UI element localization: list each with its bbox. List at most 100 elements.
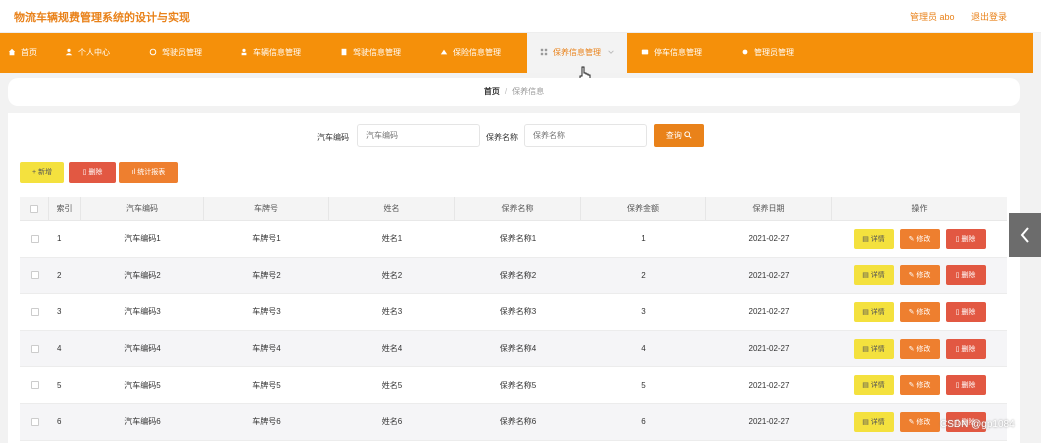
detail-label: 详情 <box>870 308 885 316</box>
cell-maint-name: 保养名称2 <box>499 270 537 280</box>
row-checkbox[interactable] <box>30 234 39 243</box>
cell-name: 姓名5 <box>381 380 403 390</box>
select-all-cell <box>20 197 49 220</box>
nav-item-parking[interactable]: 停车信息管理 <box>641 33 702 73</box>
row-select-cell <box>20 294 49 330</box>
nav-item-driving[interactable]: 驾驶信息管理 <box>340 33 401 73</box>
header-index: 索引 <box>49 197 81 220</box>
nav-item-maintenance[interactable]: 保养信息管理 <box>527 33 627 73</box>
header-name: 姓名 <box>329 197 455 220</box>
batch-delete-button[interactable]: ▯ 删除 <box>69 162 116 183</box>
row-checkbox[interactable] <box>30 271 39 280</box>
delete-label: 删除 <box>961 382 976 390</box>
nav-label: 驾驶信息管理 <box>353 48 401 57</box>
row-checkbox[interactable] <box>30 307 39 316</box>
edit-button[interactable]: ✎ 修改 <box>899 301 940 322</box>
table-header: 索引 汽车编码 车牌号 姓名 保养名称 保养金额 保养日期 操作 <box>20 197 1007 221</box>
row-actions: ▤ 详情 ✎ 修改 ▯ 删除 <box>832 221 1007 257</box>
row-actions: ▤ 详情 ✎ 修改 ▯ 删除 <box>832 258 1007 294</box>
header-amount: 保养金额 <box>581 197 706 220</box>
delete-label: 删除 <box>961 308 976 316</box>
cell-index: 5 <box>57 380 62 390</box>
cell-index: 3 <box>57 307 62 317</box>
nav-label: 首页 <box>21 48 37 57</box>
nav-item-vehicles[interactable]: 车辆信息管理 <box>240 33 301 73</box>
maint-name-input[interactable] <box>524 124 647 147</box>
cell-maint-name: 保养名称5 <box>499 380 537 390</box>
cell-date: 2021-02-27 <box>748 307 790 317</box>
cell-index: 6 <box>57 417 62 427</box>
edit-button[interactable]: ✎ 修改 <box>899 228 940 249</box>
nav-item-personal[interactable]: 个人中心 <box>65 33 110 73</box>
doc-icon: ▤ <box>862 382 869 390</box>
nav-item-admin[interactable]: 管理员管理 <box>741 33 794 73</box>
delete-button[interactable]: ▯ 删除 <box>945 338 986 359</box>
detail-button[interactable]: ▤ 详情 <box>853 411 894 432</box>
cell-date: 2021-02-27 <box>748 380 790 390</box>
car-code-input[interactable] <box>357 124 480 147</box>
driver-icon <box>149 48 157 56</box>
cell-car-code: 汽车编码2 <box>124 270 161 280</box>
admin-name: 管理员 abo <box>909 12 955 22</box>
edit-button[interactable]: ✎ 修改 <box>899 265 940 286</box>
cell-amount: 2 <box>641 270 646 280</box>
breadcrumb-current: 保养信息 <box>512 87 545 96</box>
trash-icon: ▯ <box>955 235 960 243</box>
delete-button[interactable]: ▯ 删除 <box>945 265 986 286</box>
add-button[interactable]: + 新增 <box>20 162 64 183</box>
plus-icon: + <box>31 169 37 176</box>
detail-label: 详情 <box>870 418 885 426</box>
parking-icon <box>641 49 649 55</box>
cell-name: 姓名4 <box>381 344 403 354</box>
row-checkbox[interactable] <box>30 381 39 390</box>
trash-icon: ▯ <box>955 308 960 316</box>
detail-button[interactable]: ▤ 详情 <box>853 338 894 359</box>
edit-icon: ✎ <box>908 418 915 426</box>
nav-label: 管理员管理 <box>754 48 794 57</box>
header-car-code: 汽车编码 <box>81 197 204 220</box>
cell-plate: 车牌号2 <box>252 270 281 280</box>
edit-label: 修改 <box>916 382 931 390</box>
edit-label: 修改 <box>916 345 931 353</box>
row-select-cell <box>20 258 49 294</box>
delete-button[interactable]: ▯ 删除 <box>945 228 986 249</box>
cell-plate: 车牌号3 <box>252 307 281 317</box>
cell-maint-name: 保养名称1 <box>499 234 537 244</box>
detail-button[interactable]: ▤ 详情 <box>853 375 894 396</box>
cell-plate: 车牌号4 <box>252 344 281 354</box>
edit-button[interactable]: ✎ 修改 <box>899 411 940 432</box>
detail-button[interactable]: ▤ 详情 <box>853 228 894 249</box>
watermark: CSDN @gp1084 <box>940 419 1015 430</box>
breadcrumb-home[interactable]: 首页 <box>484 87 500 96</box>
row-checkbox[interactable] <box>30 417 39 426</box>
user-area: 管理员 abo 退出登录 <box>896 10 1007 23</box>
side-collapse-tab[interactable] <box>1009 213 1041 257</box>
nav-item-drivers[interactable]: 驾驶员管理 <box>149 33 202 73</box>
select-all-checkbox[interactable] <box>30 204 38 213</box>
breadcrumb: 首页 / 保养信息 <box>8 78 1020 106</box>
edit-button[interactable]: ✎ 修改 <box>899 338 940 359</box>
row-actions: ▤ 详情 ✎ 修改 ▯ 删除 <box>832 331 1007 367</box>
detail-button[interactable]: ▤ 详情 <box>853 301 894 322</box>
stats-report-button[interactable]: ıl 统计报表 <box>119 162 178 183</box>
cell-plate: 车牌号1 <box>252 234 281 244</box>
edit-label: 修改 <box>916 272 931 280</box>
row-checkbox[interactable] <box>30 344 39 353</box>
table-row: 3 汽车编码3 车牌号3 姓名3 保养名称3 3 2021-02-27 ▤ 详情 ✎ 修改 ▯ 删… <box>20 294 1007 331</box>
cell-index: 4 <box>57 344 62 354</box>
cell-name: 姓名1 <box>381 234 403 244</box>
logout-link[interactable]: 退出登录 <box>971 12 1007 22</box>
edit-label: 修改 <box>916 418 931 426</box>
edit-button[interactable]: ✎ 修改 <box>899 375 940 396</box>
trash-icon: ▯ <box>955 345 960 353</box>
detail-label: 详情 <box>870 272 885 280</box>
delete-button[interactable]: ▯ 删除 <box>945 301 986 322</box>
app-title: 物流车辆规费管理系统的设计与实现 <box>14 12 190 24</box>
nav-item-insurance[interactable]: 保险信息管理 <box>440 33 501 73</box>
delete-button[interactable]: ▯ 删除 <box>945 375 986 396</box>
nav-item-home[interactable]: 首页 <box>8 33 37 73</box>
edit-label: 修改 <box>916 235 931 243</box>
header-actions: 操作 <box>911 204 928 213</box>
query-button[interactable]: 查询 <box>654 124 704 147</box>
detail-button[interactable]: ▤ 详情 <box>853 265 894 286</box>
